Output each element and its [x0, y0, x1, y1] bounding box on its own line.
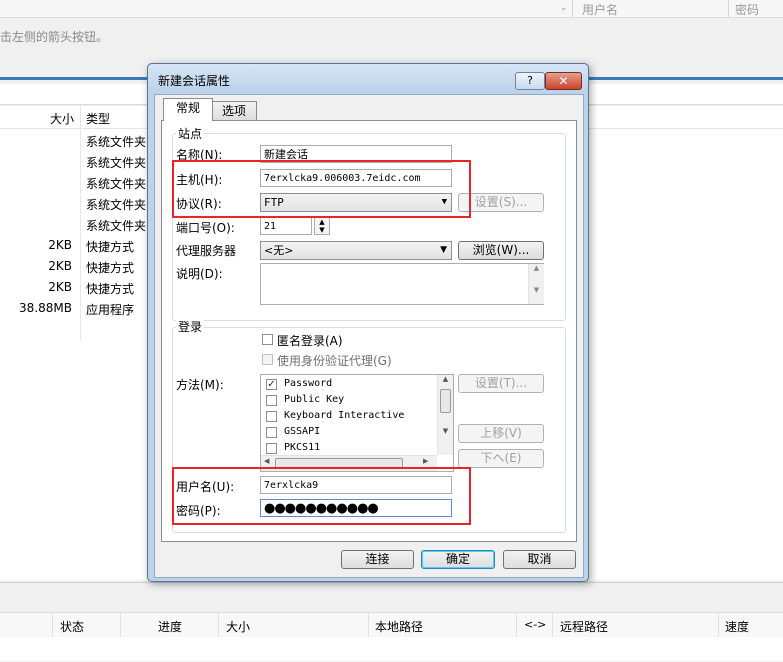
scroll-thumb[interactable] [440, 389, 451, 413]
use-agent-checkbox[interactable] [262, 354, 273, 365]
description-scrollbar[interactable]: ▲ ▼ [528, 264, 544, 304]
column-progress[interactable]: 进度 [158, 618, 182, 635]
checkbox-icon[interactable] [266, 427, 277, 438]
host-field[interactable]: 7erxlcka9.006003.7eidc.com [260, 169, 452, 187]
host-label: 主机(H): [176, 173, 223, 187]
method-label: 方法(M): [176, 378, 224, 392]
column-direction[interactable]: <-> [524, 618, 546, 631]
tab-options[interactable]: 选项 [211, 101, 257, 121]
connect-button[interactable]: 连接 [341, 550, 414, 569]
move-down-button[interactable]: 下へ(E) [458, 449, 544, 468]
spin-up-icon[interactable]: ▲ [315, 218, 329, 226]
general-tab-panel: 站点 名称(N): 新建会话 主机(H): 7erxlcka9.006003.7… [161, 120, 577, 542]
anonymous-label[interactable]: 匿名登录(A) [277, 332, 343, 349]
column-username[interactable]: 用户名 [582, 1, 618, 18]
chevron-down-icon: ▼ [441, 197, 447, 207]
login-group-label: 登录 [176, 318, 205, 335]
port-field[interactable]: 21 [260, 217, 312, 235]
background-column-header: 用户名 密码 ⌄ [0, 0, 783, 18]
checked-icon[interactable]: ✓ [266, 379, 277, 390]
anonymous-checkbox[interactable] [262, 334, 273, 345]
name-field[interactable]: 新建会话 [260, 145, 452, 163]
method-list-hscroll[interactable]: ◀ ▶ [261, 455, 437, 471]
column-type[interactable]: 类型 [86, 110, 110, 127]
new-session-properties-dialog: 新建会话属性 ? ✕ 常规 选项 站点 名称(N): 新建会话 主机(H): 7… [147, 63, 589, 582]
port-label: 端口号(O): [176, 221, 235, 235]
name-label: 名称(N): [176, 148, 223, 162]
column-divider [80, 128, 81, 340]
checkbox-icon[interactable] [266, 443, 277, 454]
password-label: 密码(P): [176, 504, 221, 518]
description-field[interactable] [260, 263, 544, 305]
protocol-label: 协议(R): [176, 197, 222, 211]
description-label: 说明(D): [176, 267, 223, 281]
move-up-button[interactable]: 上移(V) [458, 424, 544, 443]
sort-chevron-icon: ⌄ [560, 3, 568, 13]
scroll-thumb[interactable] [275, 458, 403, 469]
dialog-titlebar[interactable]: 新建会话属性 ? ✕ [148, 64, 588, 92]
proxy-label: 代理服务器 [176, 244, 237, 258]
protocol-select[interactable]: FTP ▼ [260, 193, 452, 212]
proxy-select[interactable]: <无> ▼ [260, 241, 452, 260]
transfer-queue-header: 状态 进度 大小 本地路径 <-> 远程路径 速度 [0, 612, 783, 638]
site-group-label: 站点 [176, 125, 205, 142]
method-settings-button[interactable]: 设置(T)... [458, 374, 544, 393]
help-button[interactable]: ? [515, 72, 545, 90]
close-button[interactable]: ✕ [545, 72, 582, 90]
port-spinner[interactable]: ▲ ▼ [314, 217, 330, 235]
protocol-value: FTP [264, 196, 284, 209]
password-field[interactable]: ●●●●●●●●●●● [260, 499, 452, 517]
checkbox-icon[interactable] [266, 411, 277, 422]
dialog-title: 新建会话属性 [158, 74, 231, 88]
column-size[interactable]: 大小 [50, 110, 74, 127]
hint-text: 击左侧的箭头按钮。 [0, 30, 109, 44]
transfer-queue-list[interactable] [0, 637, 783, 661]
column-status[interactable]: 状态 [60, 618, 84, 635]
column-password[interactable]: 密码 [735, 1, 759, 18]
column-size[interactable]: 大小 [226, 618, 250, 635]
checkbox-icon[interactable] [266, 395, 277, 406]
column-remote-path[interactable]: 远程路径 [560, 618, 608, 635]
proxy-value: <无> [264, 244, 294, 257]
tab-general[interactable]: 常规 [163, 98, 213, 121]
column-local-path[interactable]: 本地路径 [375, 618, 423, 635]
chevron-down-icon: ▼ [440, 245, 447, 255]
method-list-vscroll[interactable]: ▲ ▼ [437, 375, 453, 455]
use-agent-label[interactable]: 使用身份验证代理(G) [277, 352, 392, 369]
column-speed[interactable]: 速度 [725, 618, 749, 635]
ok-button[interactable]: 确定 [421, 550, 495, 569]
method-list[interactable]: ✓ Password Public Key Keyboard Interacti… [260, 374, 454, 472]
username-label: 用户名(U): [176, 480, 235, 494]
browse-button[interactable]: 浏览(W)... [458, 241, 544, 260]
dialog-client-area: 常规 选项 站点 名称(N): 新建会话 主机(H): 7erxlcka9.00… [154, 94, 584, 578]
cancel-button[interactable]: 取消 [503, 550, 576, 569]
protocol-settings-button[interactable]: 设置(S)... [458, 193, 544, 212]
username-field[interactable]: 7erxlcka9 [260, 476, 452, 494]
spin-down-icon[interactable]: ▼ [315, 226, 329, 234]
